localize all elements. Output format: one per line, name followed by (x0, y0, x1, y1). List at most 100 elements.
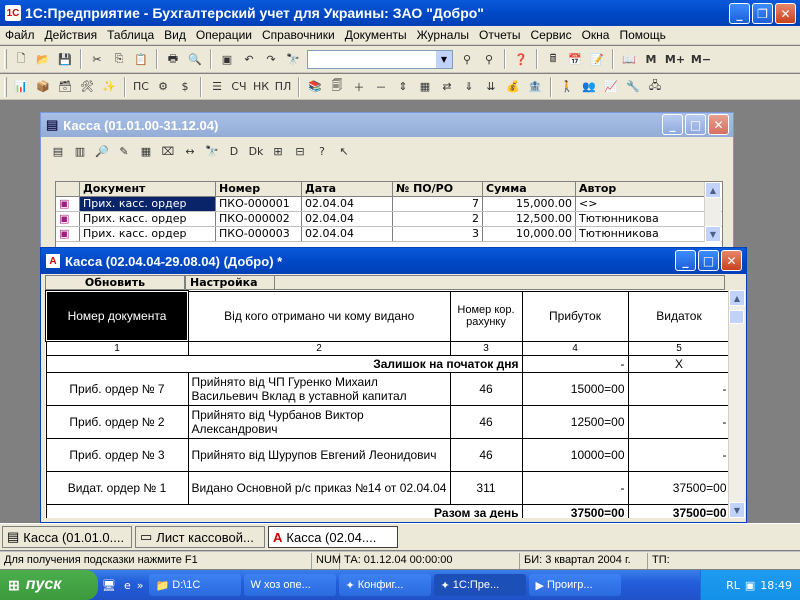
table-row[interactable]: Видат. ордер № 1 Видано Основной р/с при… (45, 471, 729, 505)
find-icon[interactable]: 🔭 (283, 49, 303, 69)
report-window[interactable]: A Касса (02.04.04-29.08.04) (Добро) * _ … (40, 247, 747, 523)
wizard-icon[interactable]: ✨ (99, 77, 119, 97)
scroll-thumb[interactable] (729, 310, 744, 324)
quicklaunch-more-icon[interactable]: » (137, 579, 144, 592)
task-word[interactable]: W хоз опе... (244, 574, 337, 596)
menu-documents[interactable]: Документы (340, 28, 412, 42)
journal-minimize-button[interactable]: _ (662, 114, 683, 135)
window-tab-cash-sheet[interactable]: ▭ Лист кассовой... (135, 526, 265, 548)
minimize-button[interactable]: _ (729, 3, 750, 24)
journal-icon[interactable]: ☰ (207, 77, 227, 97)
col-po[interactable]: № ПО/РО (393, 182, 483, 197)
open-folder-icon[interactable]: 📂 (33, 49, 53, 69)
table-row[interactable]: ▣ Прих. касс. ордер ПКО-000002 02.04.04 … (56, 212, 722, 227)
window-tab-report[interactable]: A Касса (02.04.... (268, 526, 398, 548)
plus-icon[interactable]: ＋ (349, 77, 369, 97)
search-combo[interactable]: ▼ (307, 49, 453, 69)
report-sheet[interactable]: Номер документа Від кого отримано чи ком… (45, 290, 729, 518)
group-icon[interactable]: ▦ (136, 141, 156, 161)
pointer-help-icon[interactable]: ↖ (334, 141, 354, 161)
close-button[interactable]: ✕ (775, 3, 796, 24)
transfer-icon[interactable]: ⇄ (437, 77, 457, 97)
table-row[interactable]: ▣ Прих. касс. ордер ПКО-000003 02.04.04 … (56, 227, 722, 242)
currency-icon[interactable]: $ (175, 77, 195, 97)
scroll-up-icon[interactable]: ▲ (705, 182, 721, 198)
help-icon[interactable]: ? (312, 141, 332, 161)
report-minimize-button[interactable]: _ (675, 250, 696, 271)
redo-icon[interactable]: ↷ (261, 49, 281, 69)
quicklaunch-ie-icon[interactable]: e (124, 579, 131, 592)
task-folder[interactable]: 📁 D:\1С (149, 574, 242, 596)
calendar-icon[interactable]: 📅 (565, 49, 585, 69)
menu-service[interactable]: Сервис (525, 28, 576, 42)
new-document-icon[interactable]: 🗋 (11, 49, 31, 69)
menu-windows[interactable]: Окна (577, 28, 615, 42)
copy-row-icon[interactable]: ▥ (70, 141, 90, 161)
people-icon[interactable]: 👥 (579, 77, 599, 97)
report-close-button[interactable]: ✕ (721, 250, 742, 271)
language-indicator[interactable]: RL (726, 579, 740, 592)
split-icon[interactable]: ⇕ (393, 77, 413, 97)
plan-accounts-icon[interactable]: ПС (131, 77, 151, 97)
chevron-down-icon[interactable]: ▼ (436, 50, 452, 68)
menu-actions[interactable]: Действия (40, 28, 103, 42)
grid-icon[interactable]: ▦ (415, 77, 435, 97)
journal-maximize-button[interactable]: □ (685, 114, 706, 135)
undo-icon[interactable]: ↶ (239, 49, 259, 69)
print-preview-icon[interactable]: 🔍 (185, 49, 205, 69)
journal-scrollbar[interactable]: ▲ ▼ (704, 182, 721, 242)
select-all-icon[interactable]: ▣ (217, 49, 237, 69)
new-row-icon[interactable]: ▤ (48, 141, 68, 161)
post-icon[interactable]: D (224, 141, 244, 161)
settings-button[interactable]: Настройка (185, 275, 275, 290)
menu-operations[interactable]: Операции (191, 28, 257, 42)
find-next-icon[interactable]: ⚲ (457, 49, 477, 69)
menu-table[interactable]: Таблица (102, 28, 159, 42)
window-tab-journal[interactable]: ▤ Касса (01.01.0.... (2, 526, 132, 548)
chart-icon[interactable]: 📊 (11, 77, 31, 97)
search-row-icon[interactable]: 🔎 (92, 141, 112, 161)
col-sum[interactable]: Сумма (483, 182, 576, 197)
journal-close-button[interactable]: ✕ (708, 114, 729, 135)
copy-icon[interactable]: ⎘ (109, 49, 129, 69)
edit-row-icon[interactable]: ✎ (114, 141, 134, 161)
memory-button[interactable]: M (641, 49, 661, 69)
table-row[interactable]: ▣ Прих. касс. ордер ПКО-000001 02.04.04 … (56, 197, 722, 212)
scroll-down-icon[interactable]: ▼ (729, 502, 745, 518)
menu-reports[interactable]: Отчеты (474, 28, 525, 42)
settings-icon[interactable]: ⚙ (153, 77, 173, 97)
start-button[interactable]: ⊞ пуск (0, 570, 98, 600)
col-author[interactable]: Автор (576, 182, 708, 197)
memory-plus-button[interactable]: M+ (663, 49, 687, 69)
books-icon[interactable]: 📚 (305, 77, 325, 97)
quicklaunch-desktop-icon[interactable]: 🖥 (102, 579, 116, 592)
help-icon[interactable]: ❓ (511, 49, 531, 69)
sort-icon[interactable]: ⇊ (481, 77, 501, 97)
task-configurator[interactable]: ✦ Конфиг... (339, 574, 432, 596)
report-icon[interactable]: 📈 (601, 77, 621, 97)
person-icon[interactable]: 🚶 (557, 77, 577, 97)
save-icon[interactable]: 💾 (55, 49, 75, 69)
table-row[interactable]: Приб. ордер № 2 Прийнято від Чурбанов Ви… (45, 405, 729, 439)
invoice-icon[interactable]: СЧ (229, 77, 249, 97)
restore-button[interactable]: ❐ (752, 3, 773, 24)
paste-icon[interactable]: 📋 (131, 49, 151, 69)
menu-journals[interactable]: Журналы (412, 28, 474, 42)
cash-icon[interactable]: 💰 (503, 77, 523, 97)
menu-file[interactable]: Файл (0, 28, 40, 42)
task-1c-enterprise[interactable]: ✦ 1С:Пре... (434, 574, 527, 596)
header-doc-number[interactable]: Номер документа (45, 290, 189, 342)
filter-icon[interactable]: ⊟ (290, 141, 310, 161)
register-icon[interactable]: 🗃 (55, 77, 75, 97)
delete-row-icon[interactable]: ⌧ (158, 141, 178, 161)
journal-window[interactable]: ▤ Касса (01.01.00-31.12.04) _ □ ✕ ▤ ▥ 🔎 … (40, 112, 734, 262)
table-row[interactable]: Приб. ордер № 7 Прийнято від ЧП Гуренко … (45, 372, 729, 406)
col-number[interactable]: Номер (216, 182, 302, 197)
col-document[interactable]: Документ (80, 182, 216, 197)
calculator-icon[interactable]: 🖩 (543, 49, 563, 69)
minus-icon[interactable]: － (371, 77, 391, 97)
scroll-down-icon[interactable]: ▼ (705, 226, 721, 242)
book-icon[interactable]: 📖 (619, 49, 639, 69)
col-date[interactable]: Дата (302, 182, 393, 197)
refresh-button[interactable]: Обновить (45, 275, 185, 290)
